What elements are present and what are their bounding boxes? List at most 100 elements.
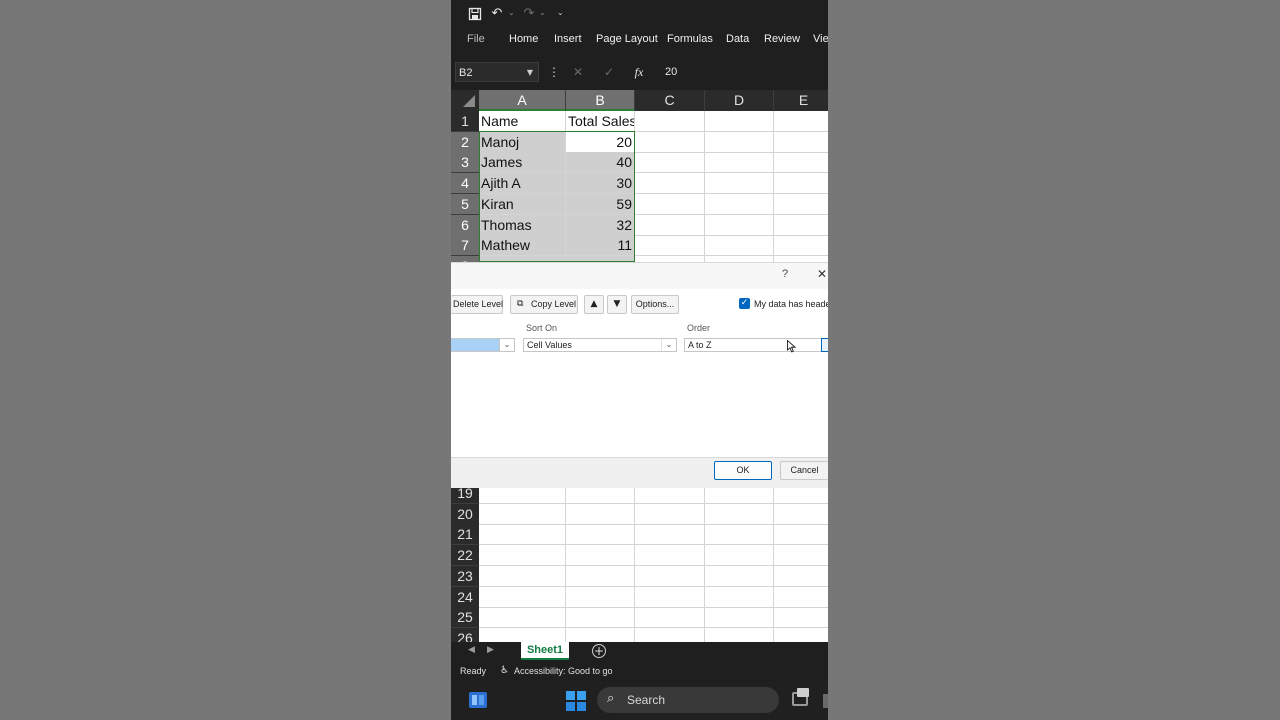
empty-cell[interactable] xyxy=(774,152,828,174)
cell-name[interactable]: Manoj xyxy=(479,131,566,153)
save-icon[interactable] xyxy=(466,5,484,23)
tab-insert[interactable]: Insert xyxy=(554,33,582,49)
empty-cell[interactable] xyxy=(774,111,828,132)
column-header-a[interactable]: A xyxy=(479,90,566,111)
column-header-d[interactable]: D xyxy=(705,90,774,111)
empty-cell[interactable] xyxy=(479,607,566,629)
accessibility-status[interactable]: Accessibility: Good to go xyxy=(514,666,613,676)
move-down-button[interactable]: ▼ xyxy=(607,295,627,314)
add-sheet-icon[interactable]: + xyxy=(592,644,606,658)
empty-cell[interactable] xyxy=(635,524,705,546)
empty-cell[interactable] xyxy=(635,545,705,567)
empty-cell[interactable] xyxy=(774,215,828,236)
cell-name[interactable]: Kiran xyxy=(479,193,566,215)
undo-icon[interactable]: ↶ xyxy=(488,5,506,23)
empty-cell[interactable] xyxy=(705,111,774,132)
empty-cell[interactable] xyxy=(566,545,635,567)
empty-cell[interactable] xyxy=(635,111,705,132)
name-box-dropdown-icon[interactable]: ▼ xyxy=(527,63,533,83)
tab-view[interactable]: Vie xyxy=(813,33,828,49)
tab-file[interactable]: File xyxy=(467,33,485,49)
insert-function-icon[interactable]: fx xyxy=(630,63,648,81)
row-header[interactable]: 25 xyxy=(451,607,479,629)
empty-cell[interactable] xyxy=(774,235,828,257)
empty-cell[interactable] xyxy=(774,173,828,195)
more-options-icon[interactable]: ⋮ xyxy=(548,64,560,80)
empty-cell[interactable] xyxy=(479,627,566,642)
empty-cell[interactable] xyxy=(705,607,774,629)
empty-cell[interactable] xyxy=(635,193,705,215)
cell-name[interactable]: James xyxy=(479,152,566,174)
empty-cell[interactable] xyxy=(566,607,635,629)
row-header[interactable]: 1 xyxy=(451,111,479,132)
empty-cell[interactable] xyxy=(566,627,635,642)
row-header[interactable]: 20 xyxy=(451,503,479,525)
cell-name[interactable]: Name xyxy=(479,111,566,132)
empty-cell[interactable] xyxy=(635,173,705,195)
cancel-button[interactable]: Cancel xyxy=(780,461,828,480)
empty-cell[interactable] xyxy=(635,214,705,236)
row-header[interactable]: 6 xyxy=(451,214,479,236)
empty-cell[interactable] xyxy=(705,173,774,195)
accessibility-icon[interactable]: ♿ xyxy=(500,665,509,676)
cell-total-sales[interactable]: Total Sales xyxy=(566,111,635,132)
empty-cell[interactable] xyxy=(774,607,828,629)
empty-cell[interactable] xyxy=(705,545,774,567)
empty-cell[interactable] xyxy=(774,566,828,587)
column-header-b[interactable]: B xyxy=(566,90,635,111)
widgets-icon[interactable] xyxy=(469,692,487,708)
order-dropdown[interactable]: A to Z xyxy=(684,338,828,352)
empty-cell[interactable] xyxy=(774,504,828,525)
empty-cell[interactable] xyxy=(705,586,774,608)
redo-icon[interactable]: ↷ xyxy=(520,5,538,23)
empty-cell[interactable] xyxy=(635,565,705,587)
windows-start-icon[interactable] xyxy=(566,691,586,711)
row-header[interactable]: 3 xyxy=(451,152,479,174)
cell-name[interactable]: Mathew xyxy=(479,235,566,257)
column-header-e[interactable]: E xyxy=(774,90,828,111)
headers-checkbox[interactable]: ✓ xyxy=(739,298,750,309)
empty-cell[interactable] xyxy=(705,214,774,236)
empty-cell[interactable] xyxy=(774,587,828,608)
copy-level-button[interactable]: ⧉ Copy Level xyxy=(510,295,578,314)
sheet-tab-sheet1[interactable]: Sheet1 xyxy=(521,642,569,660)
empty-cell[interactable] xyxy=(566,503,635,525)
tab-page-layout[interactable]: Page Layout xyxy=(596,33,658,49)
empty-cell[interactable] xyxy=(705,627,774,642)
tab-formulas[interactable]: Formulas xyxy=(667,33,713,49)
cell-total-sales[interactable]: 40 xyxy=(566,152,635,174)
empty-cell[interactable] xyxy=(566,565,635,587)
row-header[interactable]: 4 xyxy=(451,173,479,195)
empty-cell[interactable] xyxy=(705,524,774,546)
taskbar-overflow-icon[interactable] xyxy=(823,694,828,708)
empty-cell[interactable] xyxy=(479,545,566,567)
empty-cell[interactable] xyxy=(774,545,828,567)
tab-home[interactable]: Home xyxy=(509,33,538,49)
empty-cell[interactable] xyxy=(774,524,828,546)
empty-cell[interactable] xyxy=(635,152,705,174)
ok-button[interactable]: OK xyxy=(714,461,772,480)
cell-total-sales[interactable]: 20 xyxy=(566,131,635,153)
empty-cell[interactable] xyxy=(705,503,774,525)
previous-sheet-icon[interactable]: ◀ xyxy=(468,645,475,655)
empty-cell[interactable] xyxy=(566,586,635,608)
cell-total-sales[interactable]: 11 xyxy=(566,235,635,257)
name-box[interactable]: B2 ▼ xyxy=(455,62,539,82)
empty-cell[interactable] xyxy=(635,235,705,257)
empty-cell[interactable] xyxy=(774,628,828,642)
row-header[interactable]: 24 xyxy=(451,586,479,608)
empty-cell[interactable] xyxy=(774,132,828,153)
cancel-formula-icon[interactable]: ✕ xyxy=(569,63,587,81)
row-header[interactable]: 21 xyxy=(451,524,479,546)
empty-cell[interactable] xyxy=(635,607,705,629)
row-header[interactable]: 22 xyxy=(451,545,479,567)
help-icon[interactable]: ? xyxy=(782,268,788,280)
formula-input[interactable]: 20 xyxy=(659,62,828,82)
sort-on-dropdown[interactable]: Cell Values ⌄ xyxy=(523,338,677,352)
column-header-c[interactable]: C xyxy=(635,90,705,111)
options-button[interactable]: Options... xyxy=(631,295,679,314)
row-header[interactable]: 2 xyxy=(451,131,479,153)
empty-cell[interactable] xyxy=(705,131,774,153)
select-all-corner[interactable] xyxy=(451,90,479,111)
cell-total-sales[interactable]: 30 xyxy=(566,173,635,195)
